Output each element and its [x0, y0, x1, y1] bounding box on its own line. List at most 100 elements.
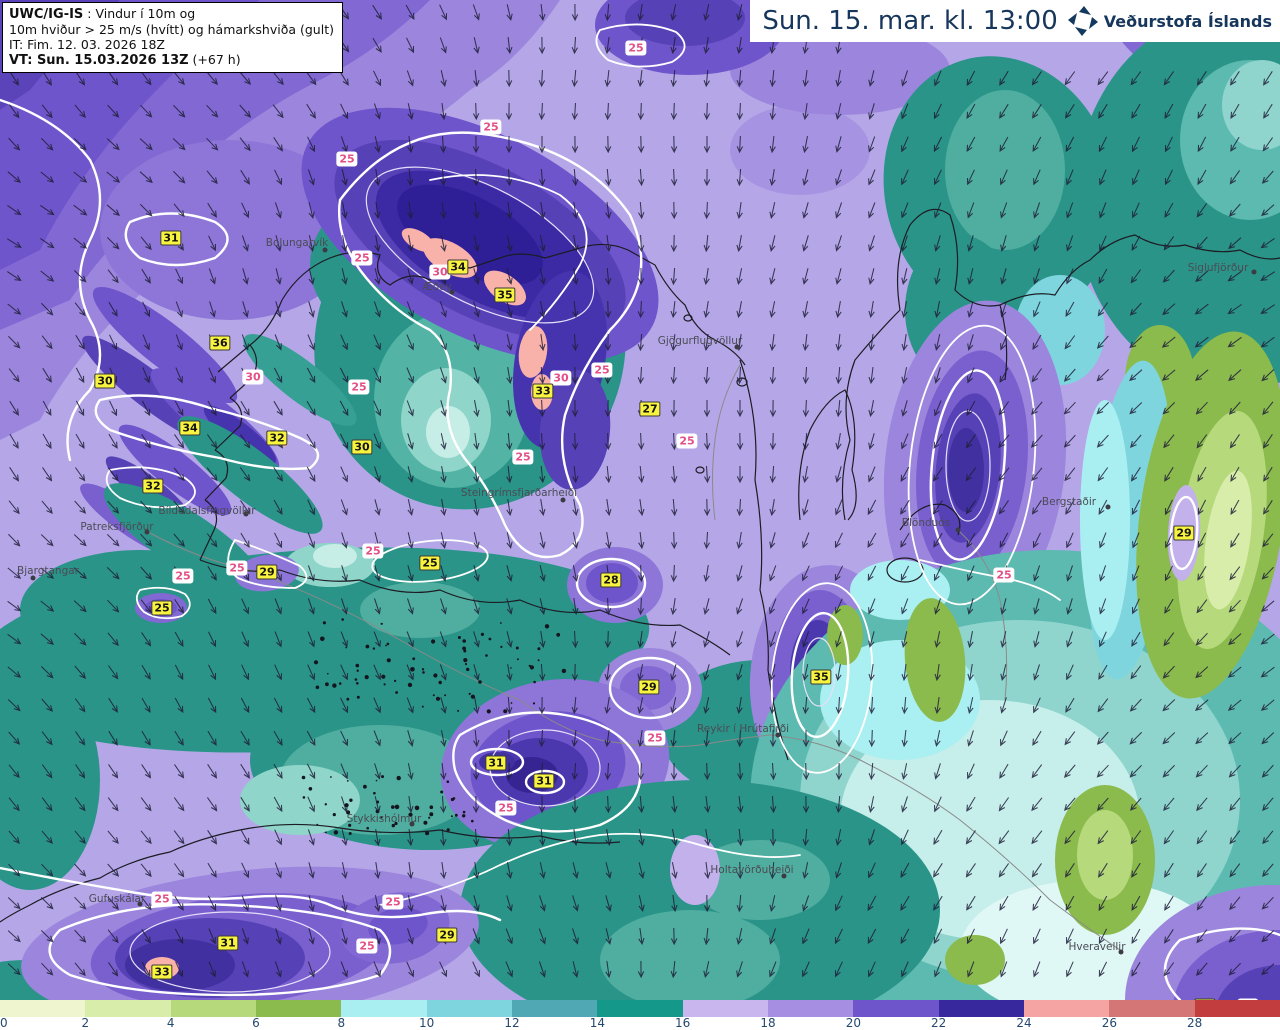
- contour-label: 30: [550, 370, 572, 386]
- legend-tick: 10: [419, 1016, 435, 1030]
- product-description: 10m hviður > 25 m/s (hvítt) og hámarkshv…: [9, 22, 334, 37]
- gust-badge: 32: [266, 430, 288, 446]
- gust-badge: 34: [447, 259, 469, 275]
- contour-label: 25: [172, 568, 194, 584]
- legend-tick: 0: [0, 1016, 8, 1030]
- legend-segment: [767, 1000, 854, 1017]
- legend-segment: [853, 1000, 939, 1017]
- contour-label: 25: [351, 250, 373, 266]
- contour-label: 25: [480, 119, 502, 135]
- legend-segment: [426, 1000, 512, 1017]
- place-label: Bergstaðir: [1041, 496, 1097, 508]
- contour-label: 25: [151, 891, 173, 907]
- legend-segment: [511, 1000, 598, 1017]
- init-time: IT: Fim. 12. 03. 2026 18Z: [9, 37, 165, 52]
- contour-label: 25: [495, 800, 517, 816]
- legend-segment: [341, 1000, 427, 1017]
- map-annotations: 25 25 25 25 30 30 25 25 30 25 25 25 25 25 25 25 25 25 25 25…: [0, 0, 1280, 1014]
- date-banner: Sun. 15. mar. kl. 13:00 Veðurstofa Íslan…: [750, 0, 1280, 42]
- place-label: Holtavörðuheiði: [710, 864, 794, 876]
- gust-badge: 36: [209, 335, 231, 351]
- place-dot: [955, 527, 961, 533]
- contour-label: 25: [382, 894, 404, 910]
- gust-badge: 31: [160, 230, 182, 246]
- place-label: Gjögurflugvöllur: [657, 335, 743, 347]
- gust-badge: 35: [494, 287, 516, 303]
- gust-badge: 29: [1173, 525, 1195, 541]
- legend-segment: [938, 1000, 1024, 1017]
- legend-segment: [1194, 1000, 1280, 1017]
- legend-segment: [682, 1000, 768, 1017]
- gust-badge: 31: [217, 935, 239, 951]
- legend-tick: 8: [337, 1016, 346, 1030]
- place-label: Æðey: [422, 281, 452, 293]
- legend-tick: 2: [81, 1016, 90, 1030]
- gust-badge: 35: [810, 669, 832, 685]
- contour-label: 25: [226, 560, 248, 576]
- place-label: Reykir í Hrútafirði: [696, 723, 790, 735]
- contour-label: 25: [676, 433, 698, 449]
- gust-badge: 27: [639, 401, 661, 417]
- header-info-box: UWC/IG-IS : Vindur í 10m og 10m hviður >…: [2, 2, 343, 73]
- contour-label: 25: [336, 151, 358, 167]
- gust-badge: 31: [533, 773, 555, 789]
- legend-tick: 12: [504, 1016, 520, 1030]
- product-title: UWC/IG-IS : Vindur í 10m og: [9, 6, 196, 22]
- legend: 0 2 4 6 8 10 12 14 16 18 20 22 24 26 28: [0, 1000, 1280, 1030]
- contour-label: 25: [644, 730, 666, 746]
- legend-segment: [1109, 1000, 1195, 1017]
- gust-badge: 25: [419, 555, 441, 571]
- place-label: Bjargtangar: [17, 565, 79, 577]
- legend-tick: 14: [589, 1016, 605, 1030]
- gust-badge: 29: [436, 927, 458, 943]
- contour-label: 25: [362, 543, 384, 559]
- valid-date-text: Sun. 15. mar. kl. 13:00: [762, 6, 1058, 36]
- contour-label: 25: [348, 379, 370, 395]
- gust-badge: 29: [256, 564, 278, 580]
- gust-badge: 34: [179, 420, 201, 436]
- legend-segment: [1023, 1000, 1110, 1017]
- legend-color-bar: [0, 1000, 1280, 1017]
- gust-badge: 25: [151, 600, 173, 616]
- legend-tick: 28: [1187, 1016, 1203, 1030]
- legend-tick: 26: [1101, 1016, 1117, 1030]
- legend-segment: [170, 1000, 256, 1017]
- contour-label: 25: [625, 40, 647, 56]
- place-label: Bolungarvík: [265, 237, 329, 249]
- place-label: Steingrímsfjarðarheiði: [460, 487, 578, 499]
- gust-badge: 30: [351, 439, 373, 455]
- contour-label: 25: [356, 938, 378, 954]
- legend-tick: 24: [1016, 1016, 1032, 1030]
- legend-tick: 20: [845, 1016, 861, 1030]
- legend-segment: [597, 1000, 683, 1017]
- model-name: UWC/IG-IS: [9, 7, 84, 22]
- legend-tick: 18: [760, 1016, 776, 1030]
- vedurstofa-pinwheel-icon: [1067, 6, 1098, 36]
- gust-badge: 33: [532, 383, 554, 399]
- legend-segment: [0, 1000, 86, 1017]
- legend-tick: 4: [166, 1016, 175, 1030]
- gust-badge: 28: [600, 572, 622, 588]
- place-label: Gufuskálar: [88, 893, 146, 905]
- place-dot: [1105, 504, 1111, 510]
- gust-badge: 32: [142, 478, 164, 494]
- gust-badge: 29: [638, 679, 660, 695]
- org-brand: Veðurstofa Íslands: [1067, 6, 1272, 36]
- place-label: Bíldudalsflugvöllur: [158, 505, 256, 517]
- place-label: Hveravellir: [1068, 941, 1126, 953]
- contour-label: 25: [591, 362, 613, 378]
- legend-tick-labels: 0 2 4 6 8 10 12 14 16 18 20 22 24 26 28: [0, 1016, 1280, 1030]
- legend-segment: [85, 1000, 171, 1017]
- valid-time: VT: Sun. 15.03.2026 13Z (+67 h): [9, 52, 241, 68]
- place-label: Blönduós: [901, 517, 951, 529]
- legend-tick: 16: [675, 1016, 691, 1030]
- gust-badge: 30: [94, 373, 116, 389]
- contour-label: 25: [993, 567, 1015, 583]
- legend-tick: 22: [931, 1016, 947, 1030]
- org-name: Veðurstofa Íslands: [1103, 11, 1272, 31]
- weather-map-product: 25 25 25 25 30 30 25 25 30 25 25 25 25 25 25 25 25 25 25 25…: [0, 0, 1280, 1030]
- legend-tick: 6: [252, 1016, 260, 1030]
- place-dot: [1251, 269, 1257, 275]
- place-label: Patreksfjörður: [80, 521, 154, 533]
- gust-badge: 33: [151, 964, 173, 980]
